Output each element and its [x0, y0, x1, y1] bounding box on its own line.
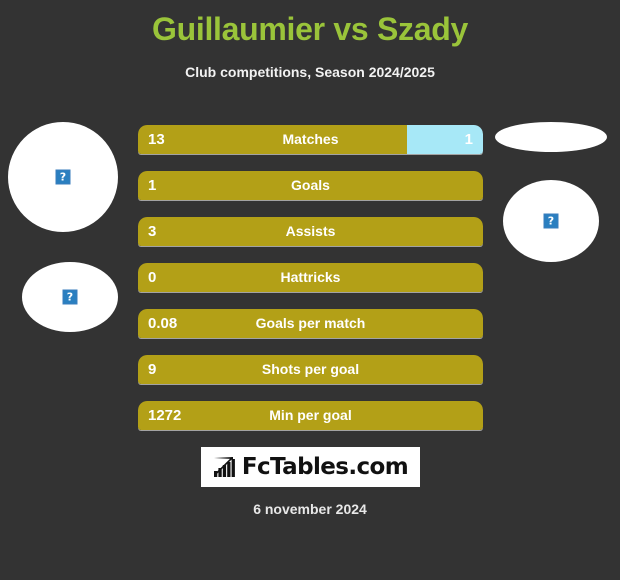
bar-chart-growth-icon: [213, 456, 235, 477]
stat-label: Matches: [282, 131, 339, 147]
avatar-left-secondary: ?: [22, 262, 118, 332]
broken-image-icon: ?: [55, 169, 71, 185]
stat-label: Assists: [285, 223, 336, 239]
stat-row: Assists 3: [138, 217, 483, 246]
avatar-right-secondary: ?: [503, 180, 599, 262]
avatar-right-primary: [495, 122, 607, 152]
broken-image-icon: ?: [62, 289, 78, 305]
logo-text: FcTables.com: [241, 454, 409, 480]
broken-image-icon: ?: [543, 213, 559, 229]
stat-value-left: 9: [148, 361, 157, 378]
stat-label: Goals: [291, 177, 330, 193]
stat-row: Goals 1: [138, 171, 483, 200]
footer-date: 6 november 2024: [253, 501, 367, 517]
stat-label: Min per goal: [269, 407, 352, 423]
stat-row: Hattricks 0: [138, 263, 483, 292]
stat-row: Goals per match 0.08: [138, 309, 483, 338]
avatar-left-primary: ?: [8, 122, 118, 232]
stat-value-left: 3: [148, 223, 157, 240]
stat-label: Shots per goal: [261, 361, 360, 377]
page-title: Guillaumier vs Szady: [152, 11, 468, 47]
stat-value-left: 0: [148, 269, 157, 286]
stat-label: Hattricks: [280, 269, 341, 285]
stat-value-right: 1: [464, 131, 473, 148]
stat-value-left: 13: [148, 131, 165, 148]
fctables-logo[interactable]: FcTables.com: [201, 447, 420, 487]
stat-row: Min per goal 1272: [138, 401, 483, 430]
stat-value-left: 0.08: [148, 315, 178, 332]
page-subtitle: Club competitions, Season 2024/2025: [185, 64, 435, 80]
stat-row: Matches 13 1: [138, 125, 483, 154]
stat-comparison-card: Guillaumier vs Szady Club competitions, …: [0, 0, 620, 580]
stat-row: Shots per goal 9: [138, 355, 483, 384]
stat-value-left: 1272: [148, 407, 182, 424]
stat-label: Goals per match: [255, 315, 366, 331]
stat-value-left: 1: [148, 177, 157, 194]
